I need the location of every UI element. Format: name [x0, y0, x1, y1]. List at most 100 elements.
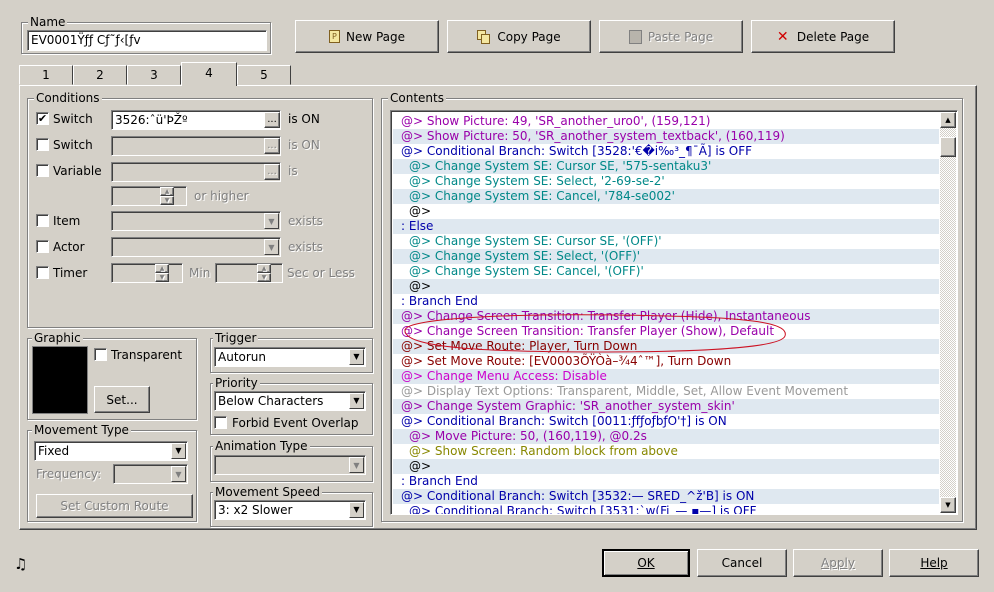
contents-scrollbar[interactable]: ▲ ▼ — [940, 112, 956, 513]
scroll-up-button[interactable]: ▲ — [940, 112, 956, 128]
timer-min-spinner[interactable] — [111, 263, 183, 283]
switch2-browse-button[interactable]: ... — [264, 138, 280, 154]
scroll-thumb[interactable] — [940, 137, 956, 157]
timer-sec-down[interactable]: ▼ — [257, 273, 271, 282]
ok-button[interactable]: OK — [602, 549, 690, 577]
command-row[interactable]: @> Change System SE: Select, '2-69-se-2' — [393, 174, 939, 189]
timer-sec-up[interactable]: ▲ — [257, 264, 271, 273]
name-value: EV0001Ÿƒƒ Cƒ˜ƒ‹[ƒv — [31, 33, 141, 47]
command-text: @> Set Move Route: [EV0003ÕŸÒà–¾4ˆ™], Tu… — [401, 354, 732, 368]
command-row[interactable]: @> Change Menu Access: Disable — [393, 369, 939, 384]
timer-min-up[interactable]: ▲ — [155, 264, 169, 273]
command-row[interactable]: @> — [393, 204, 939, 219]
tab-3[interactable]: 3 — [127, 65, 181, 85]
tab-4-label: 4 — [205, 66, 213, 80]
variable-browse-button[interactable]: ... — [264, 164, 280, 180]
scroll-down-button[interactable]: ▼ — [940, 497, 956, 513]
item-select[interactable]: ▼ — [111, 211, 281, 231]
timer-min-label: Min — [189, 266, 211, 280]
command-row[interactable]: @> — [393, 279, 939, 294]
command-row[interactable]: : Branch End — [393, 474, 939, 489]
graphic-title: Graphic — [32, 331, 83, 345]
actor-checkbox[interactable] — [36, 240, 49, 253]
paste-page-icon — [628, 29, 642, 44]
command-row[interactable]: @> Show Screen: Random block from above — [393, 444, 939, 459]
priority-value: Below Characters — [218, 394, 324, 408]
music-note-icon[interactable]: ♫ — [14, 555, 32, 573]
variable-checkbox[interactable] — [36, 164, 49, 177]
trigger-select[interactable]: Autorun ▼ — [214, 347, 366, 367]
command-row[interactable]: @> Change System SE: Select, '(OFF)' — [393, 249, 939, 264]
copy-page-button[interactable]: Copy Page — [447, 20, 591, 53]
name-label: Name — [28, 15, 68, 29]
frequency-select[interactable]: ▼ — [113, 464, 188, 484]
help-button[interactable]: Help — [889, 549, 979, 577]
delete-page-label: Delete Page — [796, 29, 870, 44]
command-row[interactable]: @> Move Picture: 50, (160,119), @0.2s — [393, 429, 939, 444]
command-text: @> — [409, 204, 432, 218]
paste-page-button[interactable]: Paste Page — [599, 20, 743, 53]
timer-sec-spinner[interactable] — [215, 263, 283, 283]
timer-checkbox[interactable] — [36, 266, 49, 279]
command-row[interactable]: : Else — [393, 219, 939, 234]
movement-speed-select[interactable]: 3: x2 Slower ▼ — [214, 500, 366, 520]
forbid-overlap-checkbox[interactable] — [214, 416, 227, 429]
transparent-checkbox[interactable] — [94, 348, 107, 361]
set-custom-route-button[interactable]: Set Custom Route — [36, 494, 193, 518]
command-row[interactable]: : Branch End — [393, 294, 939, 309]
actor-suffix: exists — [288, 240, 323, 254]
variable-value-spinner[interactable] — [111, 186, 187, 206]
variable-suffix: is — [288, 164, 298, 178]
command-row[interactable]: @> Change System SE: Cancel, '784-se002' — [393, 189, 939, 204]
transparent-label: Transparent — [111, 348, 183, 362]
switch1-checkbox[interactable]: ✔ — [36, 112, 49, 125]
command-text: @> Conditional Branch: Switch [0011:ƒfƒo… — [401, 414, 727, 428]
contents-title: Contents — [388, 91, 446, 105]
tab-1[interactable]: 1 — [19, 65, 73, 85]
apply-button[interactable]: Apply — [793, 549, 883, 577]
forbid-overlap-label: Forbid Event Overlap — [232, 416, 359, 430]
command-row[interactable]: @> Show Picture: 50, 'SR_another_system_… — [393, 129, 939, 144]
tab-2-label: 2 — [96, 68, 104, 82]
actor-select[interactable]: ▼ — [111, 237, 281, 257]
paste-page-label: Paste Page — [647, 29, 714, 44]
command-row[interactable]: @> Change System SE: Cursor SE, '(OFF)' — [393, 234, 939, 249]
name-input[interactable]: EV0001Ÿƒƒ Cƒ˜ƒ‹[ƒv — [27, 30, 267, 51]
item-checkbox[interactable] — [36, 214, 49, 227]
command-row[interactable]: @> Conditional Branch: Switch [0011:ƒfƒo… — [393, 414, 939, 429]
switch1-browse-button[interactable]: ... — [264, 112, 280, 128]
set-graphic-label: Set... — [106, 392, 138, 407]
command-row[interactable]: @> Conditional Branch: Switch [3531:`w(F… — [393, 504, 939, 514]
movement-type-select[interactable]: Fixed ▼ — [34, 441, 188, 461]
command-row[interactable]: @> Display Text Options: Transparent, Mi… — [393, 384, 939, 399]
command-row[interactable]: @> Conditional Branch: Switch [3532:— SR… — [393, 489, 939, 504]
animation-type-select[interactable]: ▼ — [214, 455, 366, 475]
switch2-checkbox[interactable] — [36, 138, 49, 151]
new-page-button[interactable]: P New Page — [295, 20, 439, 53]
command-row[interactable]: @> Show Picture: 49, 'SR_another_uro0', … — [393, 114, 939, 129]
command-text: @> Move Picture: 50, (160,119), @0.2s — [409, 429, 647, 443]
tab-5[interactable]: 5 — [237, 65, 291, 85]
command-row[interactable]: @> Set Move Route: [EV0003ÕŸÒà–¾4ˆ™], Tu… — [393, 354, 939, 369]
command-row[interactable]: @> Conditional Branch: Switch [3528:'€�i… — [393, 144, 939, 159]
actor-label: Actor — [53, 240, 85, 254]
set-graphic-button[interactable]: Set... — [94, 386, 150, 413]
graphic-preview[interactable] — [32, 346, 88, 414]
frequency-label: Frequency: — [36, 467, 102, 481]
command-row[interactable]: @> — [393, 459, 939, 474]
tab-2[interactable]: 2 — [73, 65, 127, 85]
cancel-button[interactable]: Cancel — [697, 549, 787, 577]
command-row[interactable]: @> Change System SE: Cursor SE, '575-sen… — [393, 159, 939, 174]
priority-select[interactable]: Below Characters ▼ — [214, 391, 366, 411]
variable-spinner-down[interactable]: ▼ — [160, 196, 174, 205]
movement-type-dropdown-arrow: ▼ — [171, 443, 186, 459]
copy-page-icon — [477, 29, 491, 44]
trigger-title: Trigger — [213, 331, 259, 345]
variable-spinner-up[interactable]: ▲ — [160, 187, 174, 196]
delete-page-button[interactable]: ✕ Delete Page — [751, 20, 895, 53]
timer-min-down[interactable]: ▼ — [155, 273, 169, 282]
tab-4[interactable]: 4 — [181, 62, 237, 86]
command-text: @> Change System Graphic: 'SR_another_sy… — [401, 399, 735, 413]
command-row[interactable]: @> Change System SE: Cancel, '(OFF)' — [393, 264, 939, 279]
command-row[interactable]: @> Change System Graphic: 'SR_another_sy… — [393, 399, 939, 414]
